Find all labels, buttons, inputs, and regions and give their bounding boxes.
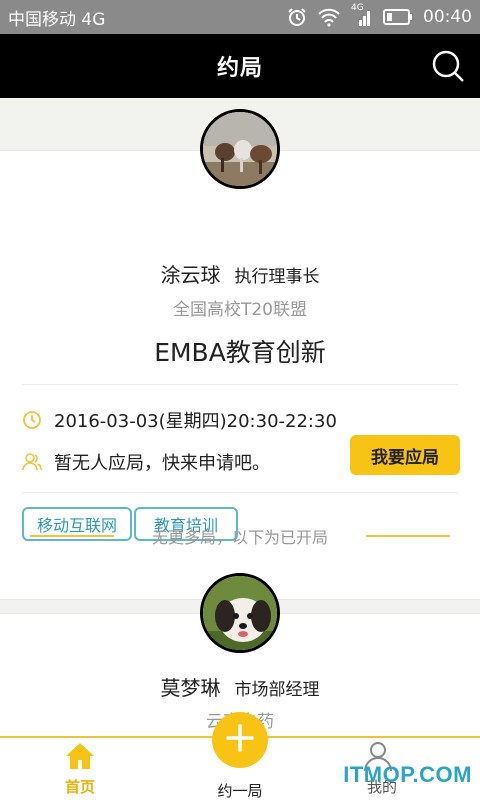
create-event-button[interactable] [212,712,268,768]
host-name: 涂云球 [160,263,221,287]
separator-line-right [366,535,450,537]
alarm-icon [287,7,307,27]
clock-icon [22,410,42,430]
network-type-label: 4G [351,3,364,13]
home-icon [64,740,96,772]
content-area: 涂云球 执行理事长 全国高校T20联盟 EMBA教育创新 2016-03-03(星… [0,98,480,738]
nav-home[interactable]: 首页 [22,738,138,800]
host-organization: 全国高校T20联盟 [172,300,308,320]
search-icon[interactable] [430,48,466,84]
status-bar: 中国移动 4G 4G 00:40 [0,0,480,34]
app-header: 约局 [0,34,480,98]
host-name-row: 涂云球 执行理事长 [0,259,480,288]
apply-button[interactable]: 我要应局 [350,435,460,475]
signal-icon: 4G [351,3,373,27]
host-name-row: 莫梦琳 市场部经理 [0,672,480,701]
page-title: 约局 [216,56,263,81]
divider [22,384,458,385]
divider [22,492,458,493]
host-role: 执行理事长 [234,267,320,287]
host-name: 莫梦琳 [160,676,221,700]
wifi-icon [317,7,341,27]
battery-icon [383,8,413,26]
event-subject: EMBA教育创新 [154,338,326,367]
event-time-row: 2016-03-03(星期四)20:30-22:30 [22,407,337,433]
carrier-label: 中国移动 4G [8,9,106,30]
host-avatar[interactable] [200,573,280,653]
nav-add-label: 约一局 [217,782,263,800]
attendee-row: 暂无人应局，快来申请吧。 [22,449,270,475]
nav-home-label: 首页 [64,778,95,796]
host-avatar[interactable] [200,109,280,189]
event-datetime: 2016-03-03(星期四)20:30-22:30 [54,411,337,432]
plus-icon [225,723,255,757]
people-icon [22,452,42,472]
attendee-status: 暂无人应局，快来申请吧。 [54,453,270,474]
host-role: 市场部经理 [234,680,320,700]
clock-time: 00:40 [423,7,472,27]
watermark: ITMOP.COM [343,762,472,787]
